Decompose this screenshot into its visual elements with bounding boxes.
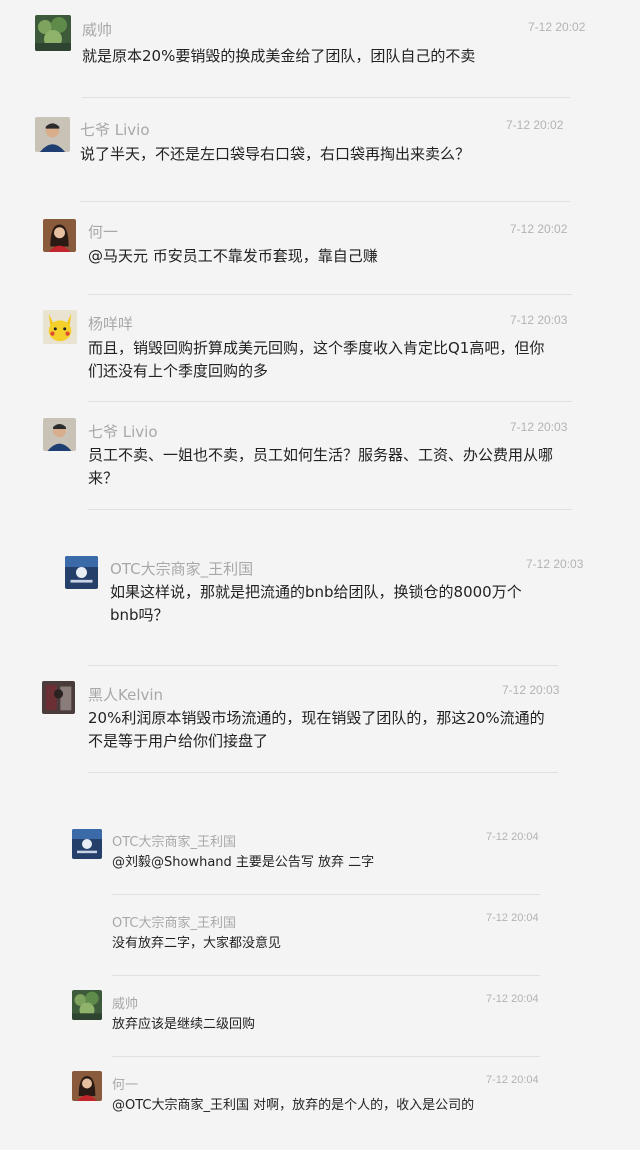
message-time: 7-12 20:04: [486, 831, 539, 843]
message-text: @刘毅@Showhand 主要是公告写 放弃 二字: [112, 855, 375, 870]
sender-name[interactable]: OTC大宗商家_王利国: [112, 912, 236, 931]
message-time: 7-12 20:02: [506, 118, 564, 132]
dark-avatar-icon[interactable]: [42, 681, 75, 714]
message-time: 7-12 20:02: [528, 20, 586, 34]
sender-name[interactable]: OTC大宗商家_王利国: [110, 558, 253, 579]
sender-name[interactable]: 黑人Kelvin: [88, 684, 163, 705]
sender-name[interactable]: 何一: [88, 221, 118, 242]
message-text: @马天元 币安员工不靠发币套现，靠自己赚: [88, 247, 378, 265]
message-time: 7-12 20:04: [486, 993, 539, 1005]
sender-name[interactable]: 威帅: [112, 993, 138, 1012]
sender-name[interactable]: OTC大宗商家_王利国: [112, 831, 236, 850]
sender-name[interactable]: 威帅: [82, 19, 112, 40]
message-time: 7-12 20:04: [486, 912, 539, 924]
message-time: 7-12 20:03: [510, 313, 568, 327]
message-text: 说了半天，不还是左口袋导右口袋，右口袋再掏出来卖么？: [80, 145, 471, 163]
sender-name[interactable]: 七爷 Livio: [88, 421, 158, 442]
sender-name[interactable]: 何一: [112, 1074, 138, 1093]
woman-avatar-icon[interactable]: [72, 1071, 102, 1101]
message-text: 如果这样说，那就是把流通的bnb给团队，换锁仓的8000万个bnb吗？: [110, 583, 522, 625]
message-time: 7-12 20:03: [526, 557, 584, 571]
message-text: 没有放弃二字，大家都没意见: [112, 936, 282, 951]
man-avatar-icon[interactable]: [35, 117, 70, 152]
divider: [112, 894, 540, 895]
divider: [88, 509, 572, 510]
logo-avatar-icon[interactable]: [72, 829, 102, 859]
sender-name[interactable]: 七爷 Livio: [80, 119, 150, 140]
chat-screenshot: 威帅 7-12 20:02 就是原本20%要销毁的换成美金给了团队，团队自己的不…: [0, 0, 640, 1150]
divider: [88, 401, 572, 402]
sender-name[interactable]: 杨咩咩: [88, 313, 133, 334]
divider: [88, 772, 558, 773]
message-text: 而且，销毁回购折算成美元回购，这个季度收入肯定比Q1高吧，但你们还没有上个季度回…: [88, 339, 545, 381]
divider: [88, 665, 558, 666]
man-avatar-icon[interactable]: [43, 418, 76, 451]
message-time: 7-12 20:04: [486, 1074, 539, 1086]
divider: [112, 1056, 540, 1057]
message-time: 7-12 20:02: [510, 222, 568, 236]
message-text: 员工不卖、一姐也不卖，员工如何生活？服务器、工资、办公费用从哪来？: [88, 446, 554, 488]
message-text: 20%利润原本销毁市场流通的，现在销毁了团队的，那这20%流通的不是等于用户给你…: [88, 709, 545, 751]
divider: [112, 975, 540, 976]
message-text: 放弃应该是继续二级回购: [112, 1017, 256, 1032]
divider: [88, 294, 572, 295]
message-text: 就是原本20%要销毁的换成美金给了团队，团队自己的不卖: [82, 47, 476, 65]
woman-avatar-icon[interactable]: [43, 219, 76, 252]
plant-avatar-icon[interactable]: [35, 15, 71, 51]
divider: [82, 97, 570, 98]
plant-avatar-icon[interactable]: [72, 990, 102, 1020]
message-text: @OTC大宗商家_王利国 对啊，放弃的是个人的，收入是公司的: [112, 1098, 475, 1113]
message-time: 7-12 20:03: [510, 420, 568, 434]
pikachu-avatar-icon[interactable]: [43, 310, 77, 344]
logo-avatar-icon[interactable]: [65, 556, 98, 589]
divider: [80, 201, 570, 202]
message-time: 7-12 20:03: [502, 683, 560, 697]
